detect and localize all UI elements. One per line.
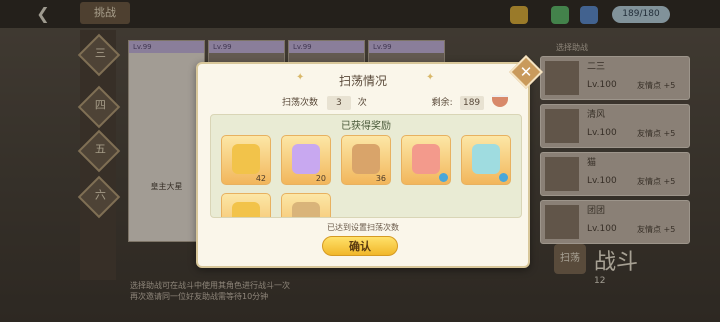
reward-item[interactable]: 42	[221, 135, 271, 185]
sweep-count-value: 3	[326, 96, 351, 110]
decor-star-icon: ✦	[426, 72, 435, 83]
rewards-panel: 已获得奖励 42 20 36	[210, 114, 522, 218]
gold-crystal-icon	[232, 144, 260, 174]
remaining-label: 剩余:	[431, 98, 453, 108]
badge-icon	[499, 173, 508, 182]
reward-item[interactable]	[461, 135, 511, 185]
character-icon	[472, 144, 500, 174]
confirm-button[interactable]: 确认	[322, 236, 398, 256]
coin-icon	[292, 202, 320, 217]
rainbow-crystal-icon	[292, 144, 320, 174]
reward-item[interactable]	[221, 193, 271, 217]
reward-item[interactable]: 20	[281, 135, 331, 185]
sweep-result-dialog: ✦ 扫荡情况 ✦ 扫荡次数 3 次 剩余: 189 已获得奖励 42 20 36 已…	[196, 62, 530, 268]
coin-icon	[352, 144, 380, 174]
reward-count: 20	[315, 174, 326, 183]
sweep-limit-message: 已达到设置扫荡次数	[327, 223, 399, 232]
rewards-title: 已获得奖励	[341, 121, 391, 132]
remaining-value: 189	[459, 96, 484, 110]
gold-crystal-icon	[232, 202, 260, 217]
reward-count: 36	[375, 174, 386, 183]
character-icon	[412, 144, 440, 174]
sweep-stats: 扫荡次数 3 次 剩余: 189	[282, 95, 512, 111]
badge-icon	[439, 173, 448, 182]
reward-item[interactable]	[281, 193, 331, 217]
sweep-count-label: 扫荡次数	[282, 98, 319, 108]
dialog-title: 扫荡情况	[338, 74, 387, 88]
times-unit: 次	[357, 98, 367, 108]
reward-count: 42	[255, 174, 266, 183]
reward-item[interactable]	[401, 135, 451, 185]
reward-item[interactable]: 36	[341, 135, 391, 185]
